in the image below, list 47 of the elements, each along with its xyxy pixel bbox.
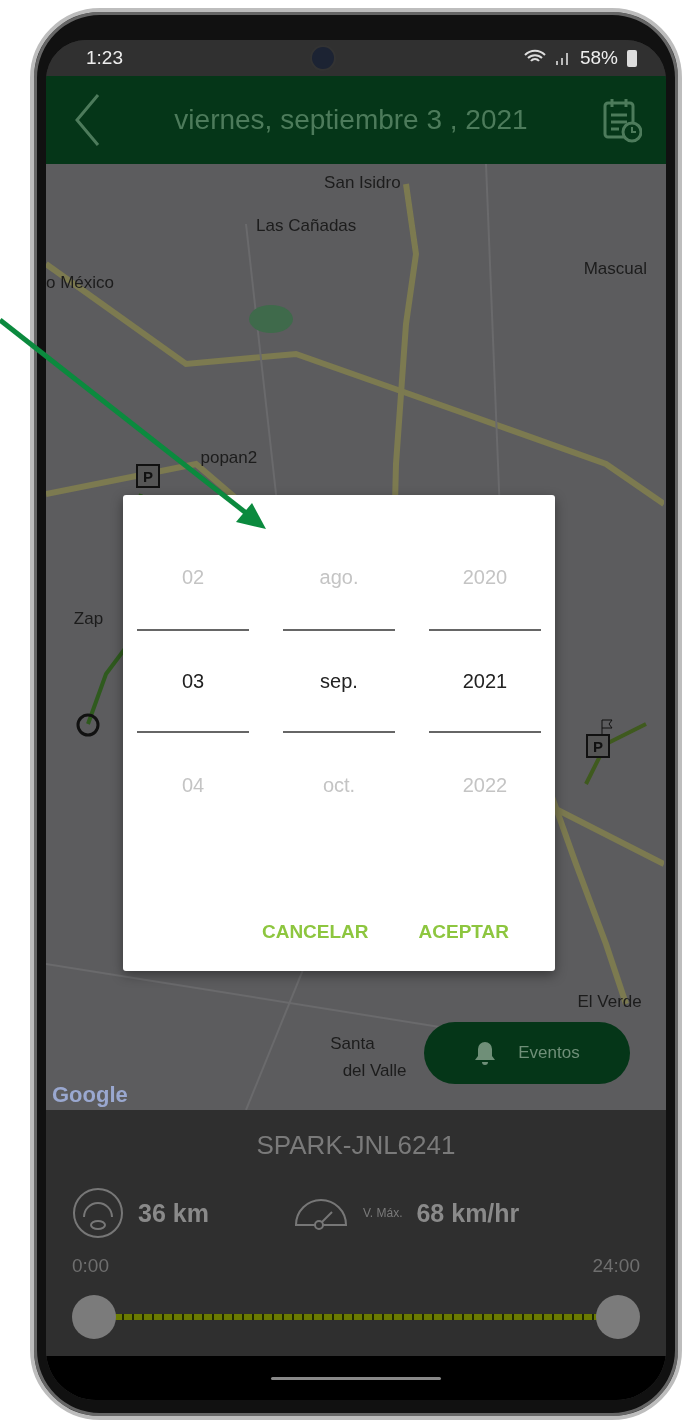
dialog-button[interactable]: ACEPTAR: [414, 917, 513, 947]
dialog-button[interactable]: CANCELAR: [257, 917, 373, 947]
flag-icon: [601, 719, 613, 735]
bell-icon: [474, 1040, 497, 1066]
back-icon[interactable]: [74, 93, 100, 147]
map-place-label: San Isidro: [324, 173, 401, 194]
parking-marker[interactable]: P: [136, 464, 160, 488]
picker-option[interactable]: ago.: [283, 525, 395, 629]
slider-handle[interactable]: [72, 1295, 116, 1339]
status-time: 1:23: [86, 47, 123, 69]
start-marker[interactable]: [76, 713, 100, 737]
picker-option[interactable]: sep.: [283, 629, 395, 733]
route-line: [584, 722, 647, 785]
odometer-icon: [72, 1187, 124, 1239]
map-place-label: del Valle: [342, 1060, 407, 1081]
max-speed-label: V. Máx.: [362, 1206, 403, 1220]
max-speed-value: 68 km/hr: [416, 1198, 520, 1228]
vehicle-name: SPARK-JNL6241: [256, 1130, 456, 1161]
calendar-clock-icon[interactable]: [602, 97, 642, 143]
map-place-label: popan2: [200, 447, 258, 468]
picker-option[interactable]: oct.: [283, 733, 395, 837]
map-place-label: o México: [46, 272, 115, 293]
header-title: viernes, septiembre 3 , 2021: [173, 104, 529, 136]
picker-option[interactable]: 2021: [429, 629, 541, 733]
picker-option[interactable]: 02: [137, 525, 249, 629]
range-end-label: 24:00: [592, 1255, 640, 1277]
battery-level: 58%: [579, 47, 618, 69]
map-attribution: Google: [52, 1082, 128, 1108]
battery-icon: [626, 48, 638, 68]
map-place-label: Santa: [330, 1034, 375, 1055]
park-area: [249, 305, 293, 333]
picker-option[interactable]: 2020: [429, 525, 541, 629]
map-place-label: El Verde: [577, 991, 642, 1012]
map-place-label: Las Cañadas: [256, 216, 357, 236]
home-indicator[interactable]: [271, 1376, 441, 1380]
slider-handle[interactable]: [596, 1295, 640, 1339]
events-button[interactable]: Eventos: [424, 1022, 630, 1084]
map-view[interactable]: P P San Isidro Las Cañadas o México Mascual popan2 Zap El Verde Santa del Valle Google Eventos 02 03 04 ago. sep. oct. 2020 2021 2022 CANCELAR ACEPTAR: [46, 164, 666, 1110]
picker-option[interactable]: 2022: [429, 733, 541, 837]
time-range-slider[interactable]: [72, 1295, 640, 1339]
parking-marker[interactable]: P: [586, 734, 610, 758]
picker-option[interactable]: 04: [137, 733, 249, 837]
picker-option[interactable]: 03: [137, 629, 249, 733]
distance-value: 36 km: [138, 1198, 209, 1228]
range-start-label: 0:00: [72, 1255, 109, 1277]
map-place-label: Mascual: [583, 258, 647, 279]
map-place-label: Zap: [73, 608, 104, 629]
